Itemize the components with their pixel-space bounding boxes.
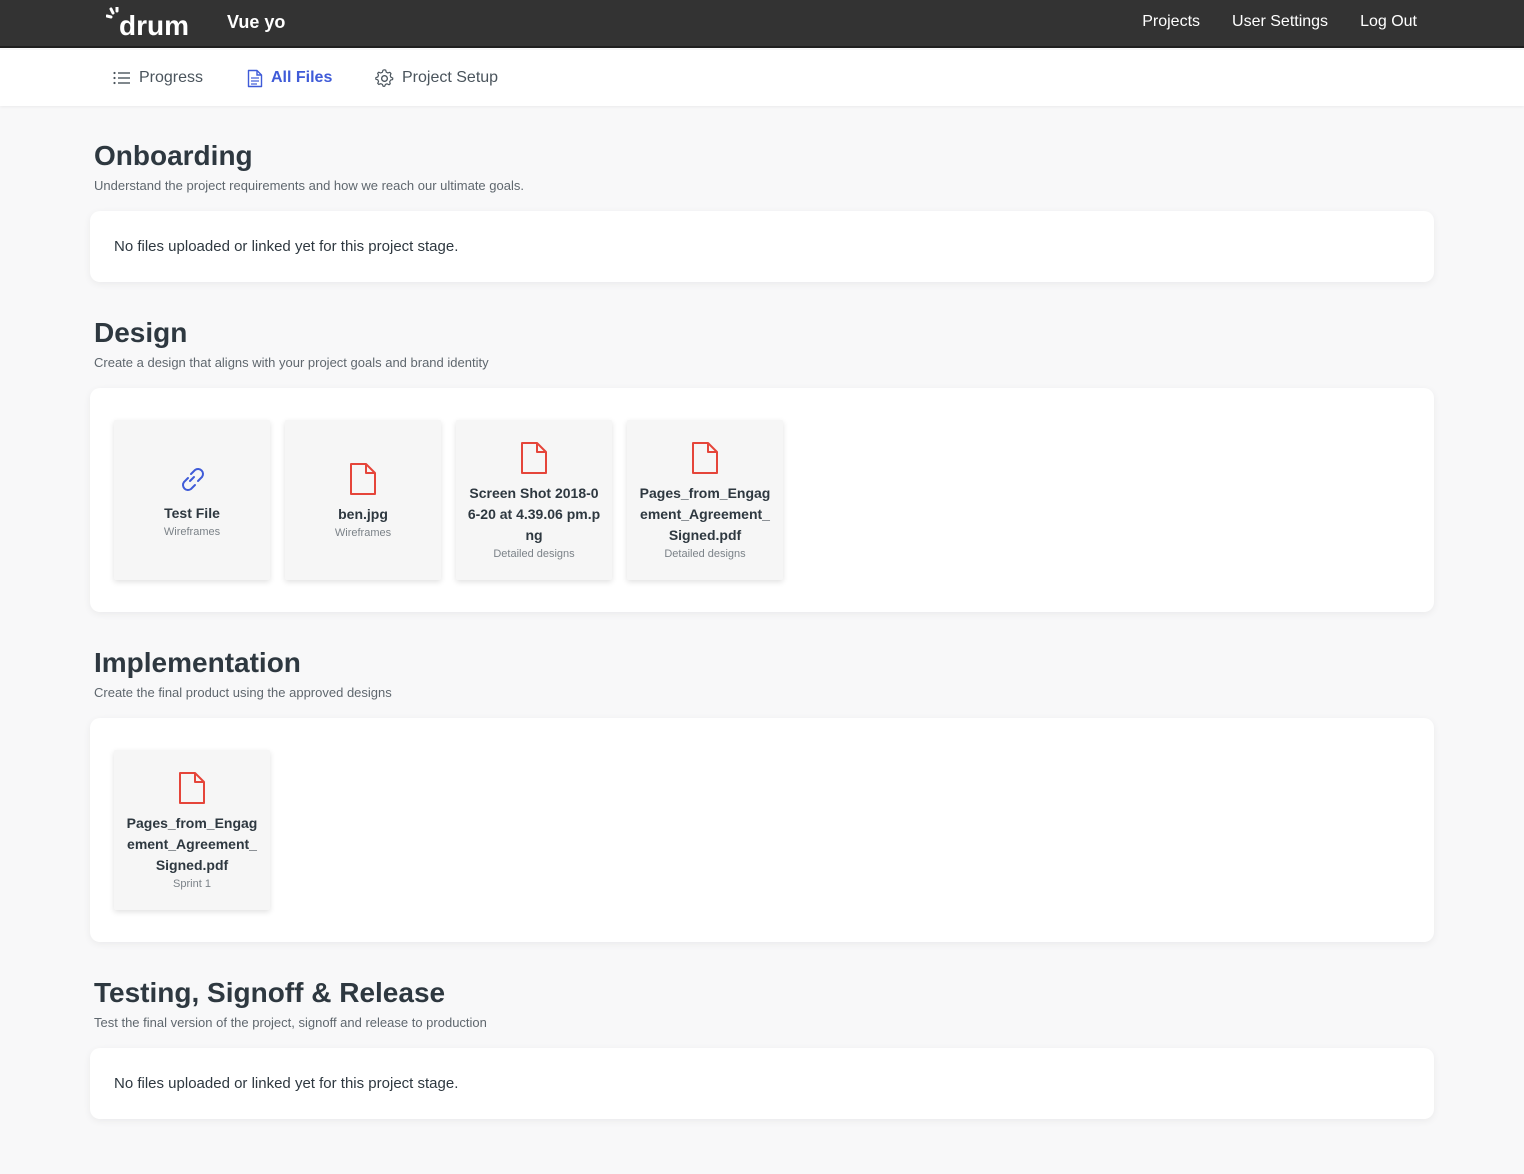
document-icon	[247, 69, 263, 87]
section-title: Design	[94, 317, 188, 348]
file-icon	[349, 462, 377, 496]
section-description: Create the final product using the appro…	[94, 685, 392, 700]
tab-all-files[interactable]: All Files	[247, 50, 332, 106]
section-description: Create a design that aligns with your pr…	[94, 355, 489, 370]
section-description: Understand the project requirements and …	[94, 178, 524, 193]
file-name: Test File	[164, 504, 220, 521]
empty-files-message: No files uploaded or linked yet for this…	[114, 238, 459, 255]
drum-logo[interactable]: drum	[106, 7, 196, 39]
files-panel: Test File Wireframes ben.jpg Wireframes	[90, 388, 1434, 612]
files-panel: Pages_from_Engagement_Agreement_Signed.p…	[90, 718, 1434, 942]
nav-projects-link[interactable]: Projects	[1142, 13, 1200, 31]
file-name: ben.jpg	[338, 505, 388, 522]
section-title: Implementation	[94, 647, 301, 678]
project-name: Vue yo	[227, 12, 286, 32]
nav-user-settings-link[interactable]: User Settings	[1232, 13, 1328, 31]
section-title: Onboarding	[94, 140, 253, 171]
file-icon	[178, 771, 206, 805]
file-card[interactable]: Pages_from_Engagement_Agreement_Signed.p…	[627, 420, 783, 580]
tab-project-setup[interactable]: Project Setup	[375, 50, 498, 106]
file-category: Sprint 1	[173, 877, 211, 890]
file-icon	[520, 441, 548, 475]
file-card[interactable]: ben.jpg Wireframes	[285, 420, 441, 580]
tab-progress-label: Progress	[139, 69, 204, 86]
list-icon	[113, 71, 130, 85]
file-card[interactable]: Screen Shot 2018-06-20 at 4.39.06 pm.png…	[456, 420, 612, 580]
tab-progress[interactable]: Progress	[113, 50, 203, 106]
sub-nav: Progress All Files Project Setup	[0, 50, 1524, 106]
file-category: Detailed designs	[493, 547, 575, 560]
file-card[interactable]: Pages_from_Engagement_Agreement_Signed.p…	[114, 750, 270, 910]
nav-log-out-link[interactable]: Log Out	[1360, 13, 1417, 31]
tab-project-setup-label: Project Setup	[402, 69, 499, 86]
files-panel: No files uploaded or linked yet for this…	[90, 211, 1434, 282]
file-icon	[691, 441, 719, 475]
file-name: Screen Shot 2018-06-20 at 4.39.06 pm.png	[467, 484, 601, 543]
tab-all-files-label: All Files	[271, 69, 333, 86]
section-title: Testing, Signoff & Release	[94, 977, 446, 1008]
file-card-list: Test File Wireframes ben.jpg Wireframes	[114, 420, 783, 580]
file-card-list: Pages_from_Engagement_Agreement_Signed.p…	[114, 750, 270, 910]
top-nav: Projects User Settings Log Out	[1142, 13, 1417, 31]
top-bar: drum Vue yo Projects User Settings Log O…	[0, 0, 1524, 48]
file-name: Pages_from_Engagement_Agreement_Signed.p…	[639, 484, 771, 543]
files-panel: No files uploaded or linked yet for this…	[90, 1048, 1434, 1119]
logo-text: drum	[119, 10, 189, 39]
file-category: Wireframes	[163, 525, 221, 538]
empty-files-message: No files uploaded or linked yet for this…	[114, 1075, 459, 1092]
file-name: Pages_from_Engagement_Agreement_Signed.p…	[126, 814, 258, 873]
file-category: Wireframes	[334, 526, 392, 539]
link-icon	[176, 463, 208, 495]
section-description: Test the final version of the project, s…	[94, 1015, 487, 1030]
file-card[interactable]: Test File Wireframes	[114, 420, 270, 580]
file-category: Detailed designs	[664, 547, 746, 560]
gear-icon	[375, 68, 394, 87]
logo-mark-icon: drum	[106, 7, 189, 39]
